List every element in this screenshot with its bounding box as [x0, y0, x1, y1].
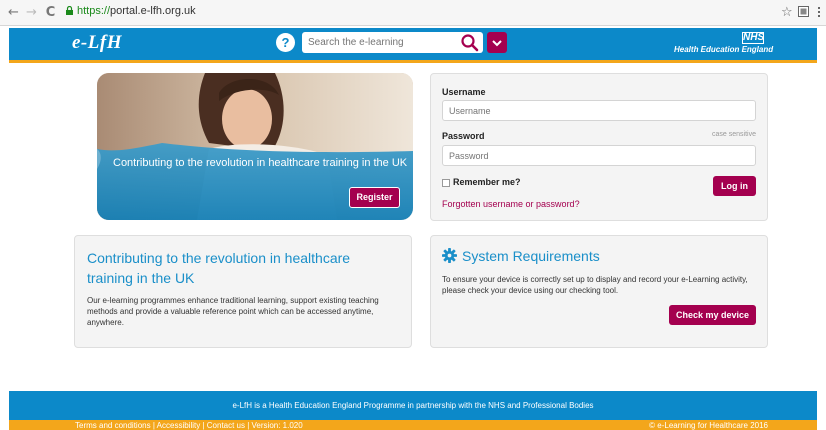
password-field	[442, 145, 756, 166]
gear-icon	[442, 248, 457, 263]
intro-body: Our e-learning programmes enhance tradit…	[87, 296, 379, 327]
menu-icon[interactable]	[817, 6, 821, 18]
username-label: Username	[442, 87, 486, 97]
forgot-credentials-link[interactable]: Forgotten username or password?	[442, 199, 580, 209]
lock-icon	[66, 6, 73, 15]
forward-icon[interactable]: →	[24, 4, 39, 21]
search-box	[302, 32, 483, 53]
username-input[interactable]	[449, 104, 749, 118]
register-button[interactable]: Register	[349, 187, 400, 208]
intro-title: Contributing to the revolution in health…	[87, 250, 351, 286]
check-device-button[interactable]: Check my device	[669, 305, 756, 325]
help-button[interactable]: ?	[276, 33, 295, 52]
page-root: ← → C https://portal.e-lfh.org.uk ☆ e-Lf…	[0, 0, 826, 430]
bookmark-star-icon[interactable]: ☆	[781, 5, 793, 21]
footer-programme-text: e-LfH is a Health Education England Prog…	[232, 401, 594, 410]
footer-links[interactable]: Terms and conditions | Accessibility | C…	[75, 421, 303, 430]
requirements-body: To ensure your device is correctly set u…	[442, 275, 748, 295]
address-bar[interactable]: https://portal.e-lfh.org.uk	[77, 5, 196, 17]
url-scheme: https://	[77, 5, 111, 17]
back-icon[interactable]: ←	[6, 4, 21, 21]
search-input[interactable]	[308, 35, 456, 50]
password-input[interactable]	[449, 149, 749, 163]
requirements-title: System Requirements	[462, 248, 600, 264]
login-button[interactable]: Log in	[713, 176, 756, 196]
case-sensitive-note: case sensitive	[712, 131, 756, 138]
remember-me-label[interactable]: Remember me?	[453, 177, 521, 187]
remember-me-checkbox[interactable]	[442, 179, 450, 187]
search-icon[interactable]	[460, 33, 480, 52]
search-dropdown-button[interactable]	[487, 32, 507, 53]
header-accent-strip	[9, 60, 817, 63]
chevron-down-icon	[492, 40, 502, 47]
elfh-logo[interactable]: e-LfH	[72, 32, 122, 54]
extension-icon[interactable]	[798, 6, 809, 17]
reload-icon[interactable]: C	[43, 4, 58, 21]
url-host: portal.e-lfh.org.uk	[110, 5, 196, 17]
footer-copyright: © e-Learning for Healthcare 2016	[649, 421, 768, 430]
hero-tagline: Contributing to the revolution in health…	[113, 157, 408, 169]
nhs-logo: NHS	[742, 32, 765, 44]
username-field	[442, 100, 756, 121]
password-label: Password	[442, 131, 485, 141]
hee-logo-text: Health Education England	[674, 45, 774, 54]
